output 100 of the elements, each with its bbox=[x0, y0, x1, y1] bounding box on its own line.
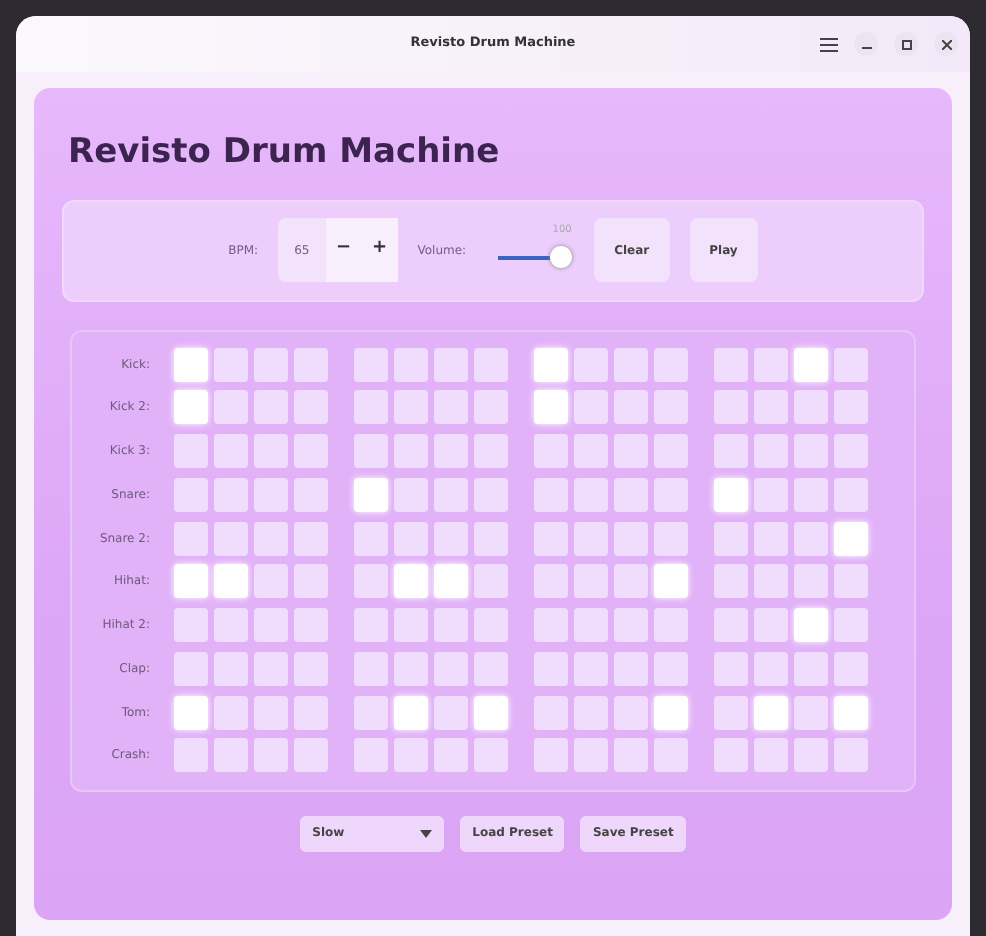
step-pad[interactable] bbox=[574, 695, 608, 730]
step-pad[interactable] bbox=[654, 347, 688, 381]
menu-icon[interactable] bbox=[820, 37, 838, 51]
step-pad[interactable] bbox=[754, 695, 788, 730]
step-pad[interactable] bbox=[834, 347, 868, 381]
step-pad[interactable] bbox=[474, 651, 508, 686]
step-pad[interactable] bbox=[174, 477, 208, 512]
step-pad[interactable] bbox=[434, 738, 468, 773]
step-pad[interactable] bbox=[434, 521, 468, 556]
step-pad[interactable] bbox=[214, 738, 248, 773]
step-pad[interactable] bbox=[474, 521, 508, 556]
step-pad[interactable] bbox=[754, 738, 788, 773]
step-pad[interactable] bbox=[534, 477, 568, 512]
step-pad[interactable] bbox=[614, 738, 648, 773]
step-pad[interactable] bbox=[394, 651, 428, 686]
step-pad[interactable] bbox=[474, 390, 508, 425]
slider-thumb[interactable] bbox=[550, 246, 573, 268]
step-pad[interactable] bbox=[434, 390, 468, 425]
step-pad[interactable] bbox=[654, 608, 688, 643]
step-pad[interactable] bbox=[574, 608, 608, 643]
step-pad[interactable] bbox=[714, 521, 748, 556]
step-pad[interactable] bbox=[354, 651, 388, 686]
step-pad[interactable] bbox=[214, 434, 248, 469]
maximize-button[interactable] bbox=[894, 32, 918, 56]
step-pad[interactable] bbox=[174, 695, 208, 730]
step-pad[interactable] bbox=[614, 695, 648, 730]
step-pad[interactable] bbox=[254, 738, 288, 773]
step-pad[interactable] bbox=[754, 477, 788, 512]
step-pad[interactable] bbox=[834, 651, 868, 686]
step-pad[interactable] bbox=[174, 434, 208, 469]
step-pad[interactable] bbox=[354, 564, 388, 599]
step-pad[interactable] bbox=[254, 477, 288, 512]
step-pad[interactable] bbox=[174, 521, 208, 556]
step-pad[interactable] bbox=[394, 521, 428, 556]
step-pad[interactable] bbox=[354, 434, 388, 469]
step-pad[interactable] bbox=[574, 651, 608, 686]
step-pad[interactable] bbox=[534, 564, 568, 599]
step-pad[interactable] bbox=[654, 477, 688, 512]
step-pad[interactable] bbox=[714, 651, 748, 686]
step-pad[interactable] bbox=[174, 390, 208, 425]
step-pad[interactable] bbox=[474, 695, 508, 730]
step-pad[interactable] bbox=[394, 434, 428, 469]
step-pad[interactable] bbox=[834, 477, 868, 512]
step-pad[interactable] bbox=[794, 738, 828, 773]
step-pad[interactable] bbox=[794, 434, 828, 469]
step-pad[interactable] bbox=[434, 608, 468, 643]
step-pad[interactable] bbox=[434, 477, 468, 512]
step-pad[interactable] bbox=[754, 608, 788, 643]
step-pad[interactable] bbox=[614, 651, 648, 686]
step-pad[interactable] bbox=[654, 651, 688, 686]
step-pad[interactable] bbox=[254, 521, 288, 556]
step-pad[interactable] bbox=[754, 651, 788, 686]
step-pad[interactable] bbox=[794, 477, 828, 512]
step-pad[interactable] bbox=[434, 695, 468, 730]
step-pad[interactable] bbox=[474, 434, 508, 469]
step-pad[interactable] bbox=[474, 738, 508, 773]
minimize-button[interactable] bbox=[854, 32, 878, 56]
step-pad[interactable] bbox=[174, 738, 208, 773]
step-pad[interactable] bbox=[254, 390, 288, 425]
step-pad[interactable] bbox=[214, 347, 248, 381]
step-pad[interactable] bbox=[294, 521, 328, 556]
step-pad[interactable] bbox=[834, 564, 868, 599]
step-pad[interactable] bbox=[714, 564, 748, 599]
step-pad[interactable] bbox=[214, 608, 248, 643]
step-pad[interactable] bbox=[534, 521, 568, 556]
step-pad[interactable] bbox=[834, 608, 868, 643]
step-pad[interactable] bbox=[794, 564, 828, 599]
step-pad[interactable] bbox=[614, 390, 648, 425]
step-pad[interactable] bbox=[434, 651, 468, 686]
step-pad[interactable] bbox=[654, 390, 688, 425]
close-button[interactable] bbox=[934, 32, 958, 56]
step-pad[interactable] bbox=[474, 564, 508, 599]
step-pad[interactable] bbox=[754, 434, 788, 469]
step-pad[interactable] bbox=[214, 564, 248, 599]
step-pad[interactable] bbox=[614, 434, 648, 469]
step-pad[interactable] bbox=[254, 434, 288, 469]
step-pad[interactable] bbox=[434, 347, 468, 381]
step-pad[interactable] bbox=[354, 347, 388, 381]
step-pad[interactable] bbox=[614, 521, 648, 556]
step-pad[interactable] bbox=[354, 738, 388, 773]
step-pad[interactable] bbox=[254, 347, 288, 381]
step-pad[interactable] bbox=[294, 347, 328, 381]
step-pad[interactable] bbox=[354, 695, 388, 730]
step-pad[interactable] bbox=[214, 521, 248, 556]
step-pad[interactable] bbox=[794, 695, 828, 730]
step-pad[interactable] bbox=[834, 521, 868, 556]
step-pad[interactable] bbox=[574, 738, 608, 773]
step-pad[interactable] bbox=[714, 347, 748, 381]
step-pad[interactable] bbox=[474, 477, 508, 512]
step-pad[interactable] bbox=[174, 651, 208, 686]
step-pad[interactable] bbox=[714, 695, 748, 730]
step-pad[interactable] bbox=[794, 390, 828, 425]
step-pad[interactable] bbox=[574, 564, 608, 599]
step-pad[interactable] bbox=[614, 564, 648, 599]
step-pad[interactable] bbox=[534, 390, 568, 425]
step-pad[interactable] bbox=[654, 695, 688, 730]
step-pad[interactable] bbox=[574, 477, 608, 512]
step-pad[interactable] bbox=[434, 434, 468, 469]
step-pad[interactable] bbox=[614, 477, 648, 512]
step-pad[interactable] bbox=[214, 390, 248, 425]
